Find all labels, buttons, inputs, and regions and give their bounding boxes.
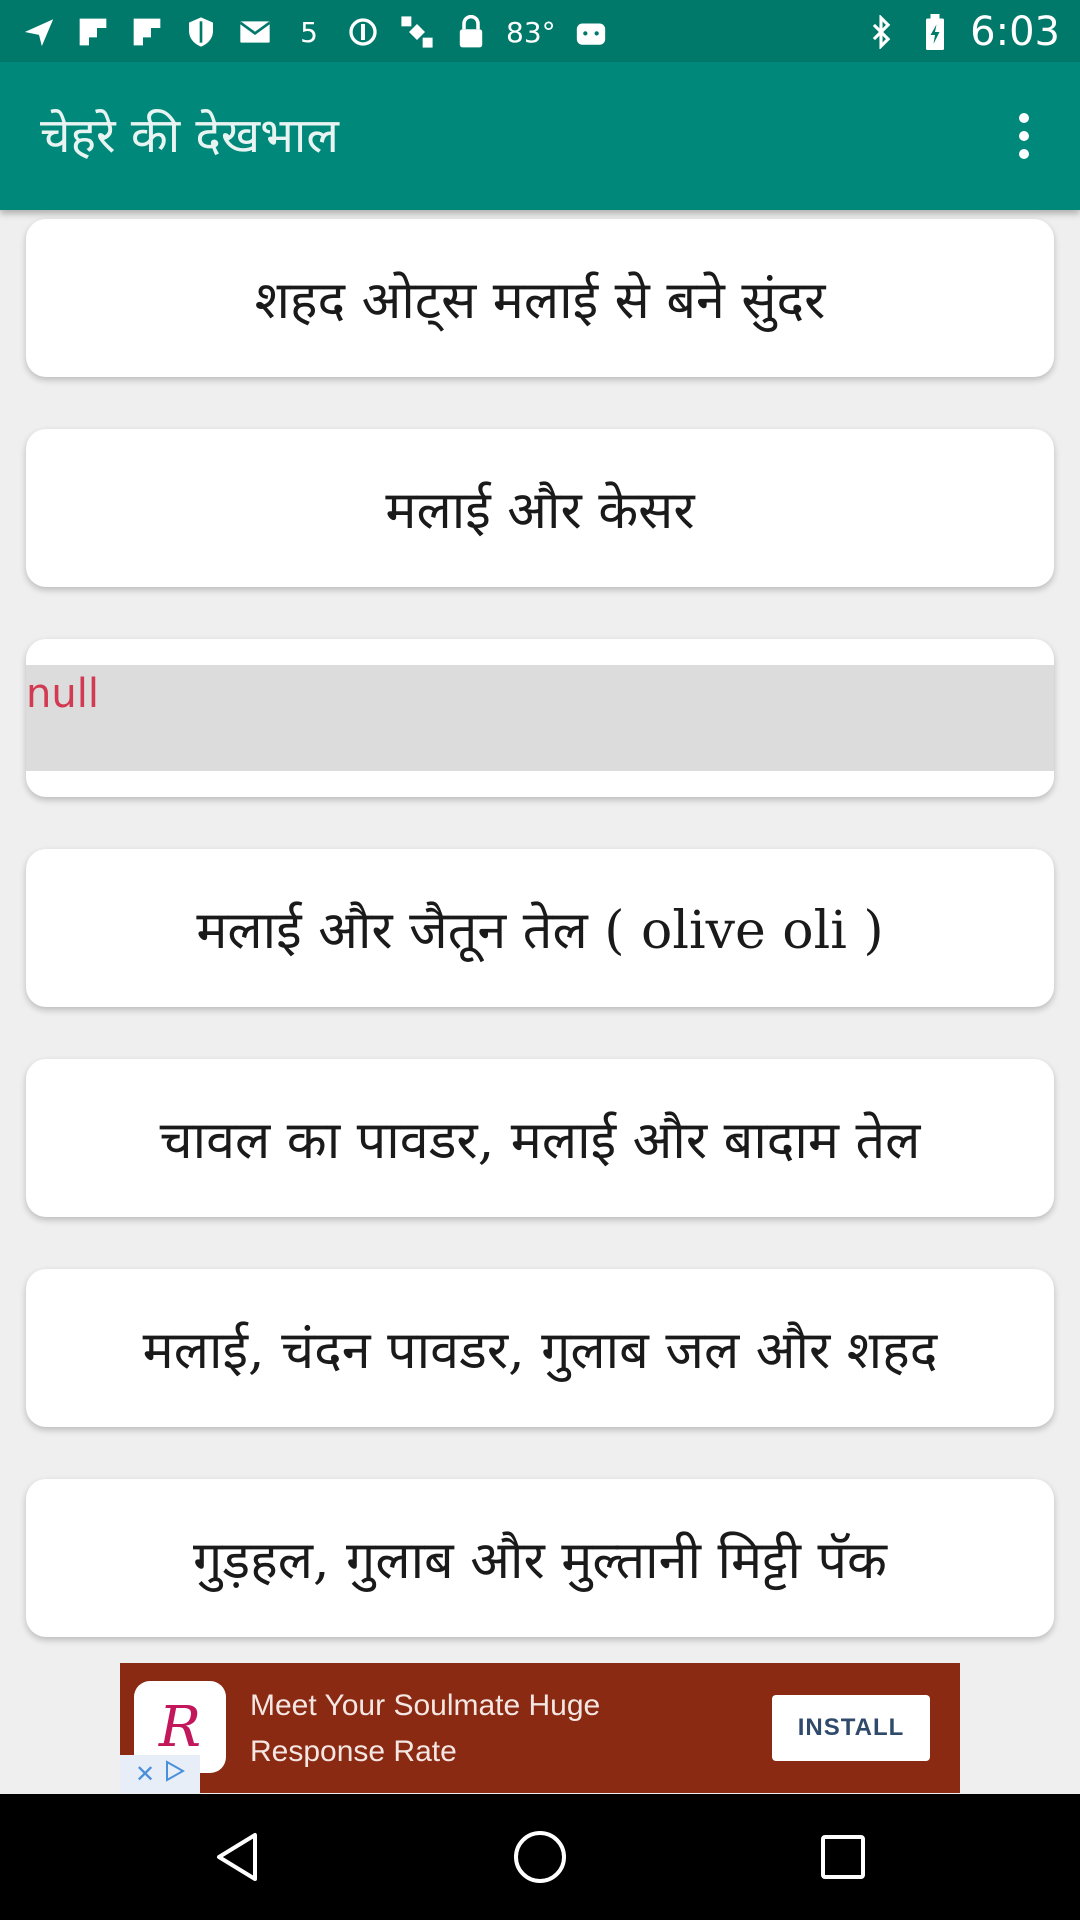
list-item-label: गुड़हल, गुलाब और मुल्तानी मिट्टी पॅक — [193, 1530, 887, 1591]
recents-icon — [821, 1835, 865, 1879]
ring-icon — [344, 13, 382, 51]
list-item-label: null — [26, 671, 99, 717]
more-vert-icon — [1019, 113, 1029, 123]
lock-icon — [452, 13, 490, 51]
flipboard-icon — [128, 13, 166, 51]
ad-text: Meet Your Soulmate Huge Response Rate — [250, 1683, 750, 1775]
number-icon: 5 — [300, 15, 318, 49]
play-icon[interactable] — [165, 1760, 186, 1788]
status-left-icons: 5 83° — [20, 8, 610, 56]
list-item[interactable]: चावल का पावडर, मलाई और बादाम तेल — [26, 1059, 1054, 1217]
mail-icon — [236, 13, 274, 51]
flipboard-icon — [74, 13, 112, 51]
satellite-icon — [398, 13, 436, 51]
adchoices[interactable]: ✕ — [120, 1755, 200, 1793]
system-nav-bar — [0, 1794, 1080, 1920]
ad-subline: Response Rate — [250, 1735, 457, 1768]
install-button[interactable]: INSTALL — [772, 1695, 930, 1761]
list-item-label: शहद ओट्स मलाई से बने सुंदर — [254, 270, 826, 331]
shield-icon — [182, 13, 220, 51]
bluetooth-icon — [862, 13, 900, 51]
back-icon — [217, 1833, 257, 1881]
navigation-icon — [20, 13, 58, 51]
list-item[interactable]: null — [26, 639, 1054, 797]
android-icon — [572, 13, 610, 51]
home-icon — [514, 1831, 566, 1883]
recents-button[interactable] — [810, 1824, 876, 1890]
list-item[interactable]: मलाई और जैतून तेल ( olive oli ) — [26, 849, 1054, 1007]
list-item-label: मलाई, चंदन पावडर, गुलाब जल और शहद — [142, 1320, 938, 1381]
ad-headline: Meet Your Soulmate Huge — [250, 1689, 601, 1722]
status-right-icons: 6:03 — [862, 8, 1060, 56]
back-button[interactable] — [204, 1824, 270, 1890]
list-item[interactable]: मलाई, चंदन पावडर, गुलाब जल और शहद — [26, 1269, 1054, 1427]
list-item[interactable]: मलाई और केसर — [26, 429, 1054, 587]
clock: 6:03 — [970, 9, 1060, 55]
battery-icon — [916, 13, 954, 51]
null-placeholder — [26, 665, 1054, 771]
page-title: चेहरे की देखभाल — [40, 108, 339, 164]
list-item-label: चावल का पावडर, मलाई और बादाम तेल — [159, 1110, 921, 1171]
app-bar: चेहरे की देखभाल — [0, 62, 1080, 210]
remedy-list: शहद ओट्स मलाई से बने सुंदर मलाई और केसर … — [0, 210, 1080, 1660]
list-item-label: मलाई और जैतून तेल ( olive oli ) — [196, 900, 884, 961]
ad-banner[interactable]: R Meet Your Soulmate Huge Response Rate … — [120, 1663, 960, 1793]
home-button[interactable] — [507, 1824, 573, 1890]
more-options-button[interactable] — [984, 96, 1064, 176]
temperature-text: 83° — [506, 15, 556, 49]
list-item[interactable]: शहद ओट्स मलाई से बने सुंदर — [26, 219, 1054, 377]
close-icon[interactable]: ✕ — [135, 1760, 155, 1788]
list-item[interactable]: गुड़हल, गुलाब और मुल्तानी मिट्टी पॅक — [26, 1479, 1054, 1637]
list-item-label: मलाई और केसर — [385, 480, 695, 541]
status-bar: 5 83° 6:03 — [0, 0, 1080, 62]
